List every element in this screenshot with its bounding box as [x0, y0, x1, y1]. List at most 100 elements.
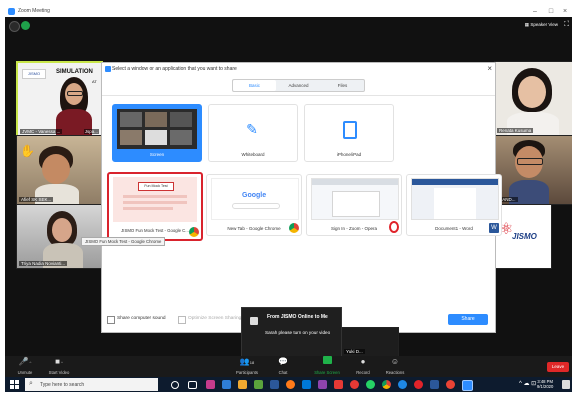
taskbar-clock[interactable]: 3:48 PM 9/1/2020	[537, 379, 553, 389]
minimize-button[interactable]: –	[528, 6, 542, 17]
card-label: JISMO Fun Mock Test - Google C...	[121, 228, 189, 233]
tab-basic[interactable]: Basic	[233, 80, 276, 91]
share-sound-checkbox[interactable]	[107, 316, 115, 324]
close-icon[interactable]: ×	[487, 64, 492, 73]
app-icon-9[interactable]	[446, 380, 455, 389]
share-tabs: Basic Advanced Files	[232, 79, 365, 92]
firefox-icon[interactable]	[286, 380, 295, 389]
jismo-logo-text: JISMO	[512, 232, 537, 241]
maximize-button[interactable]: □	[544, 6, 558, 17]
participant-tile-yuki[interactable]: Yuki D...	[341, 327, 399, 357]
tab-advanced[interactable]: Advanced	[277, 80, 320, 91]
participant-tile-nand[interactable]: NAND...	[494, 135, 572, 205]
participant-name: JVMC - Vanessa ...	[20, 129, 63, 134]
share-option-whiteboard[interactable]: ✎ Whiteboard	[208, 104, 298, 162]
taskbar-search[interactable]: ⌕ Type here to search	[25, 378, 158, 391]
participants-button[interactable]: 👥18 Participants	[231, 356, 263, 375]
chrome-icon	[289, 223, 299, 233]
windows-taskbar: ⌕ Type here to search ^ ☁ ⊡ 3:48 PM 9/1/…	[5, 377, 572, 392]
app-icon-2[interactable]	[222, 380, 231, 389]
app-icon-8[interactable]	[430, 380, 439, 389]
zoom-dialog-icon	[105, 66, 111, 72]
app-icon-5[interactable]	[302, 380, 311, 389]
share-screen-button[interactable]: Share Screen	[307, 356, 347, 375]
chat-icon: 💬	[278, 357, 288, 366]
task-view-icon[interactable]	[188, 381, 197, 389]
participant-tile-afief[interactable]: ✋ Afief SK SEK...	[16, 135, 103, 205]
chat-button[interactable]: 💬 Chat	[267, 356, 299, 375]
chat-sender: From JISMO Online to Me	[267, 314, 328, 320]
opera-icon	[389, 221, 399, 233]
app-icon-7[interactable]	[350, 380, 359, 389]
reactions-button[interactable]: ☺ Reactions	[379, 356, 411, 375]
slide-heading: SIMULATION	[56, 69, 93, 75]
window-tooltip: JISMO Fun Mock Test - Google Chrome	[81, 237, 166, 246]
unmute-button[interactable]: 🎤^ Unmute	[9, 356, 41, 375]
app-icon-1[interactable]	[206, 380, 215, 389]
dialog-title: Select a window or an application that y…	[112, 66, 237, 72]
card-label: Document1 - Word	[435, 226, 473, 231]
whiteboard-pen-icon: ✎	[246, 121, 258, 137]
chrome-icon	[189, 227, 199, 237]
record-icon: ●	[360, 357, 366, 366]
jismo-logo: JISMO	[22, 69, 46, 79]
chat-message: Sarah please turn on your video	[265, 330, 331, 335]
app-icon-6[interactable]	[318, 380, 327, 389]
share-option-jismo-chrome[interactable]: Fun Mock Test JISMO Fun Mock Test - Goog…	[107, 172, 203, 241]
shield-icon[interactable]	[21, 21, 30, 30]
notification-icon[interactable]	[562, 380, 570, 389]
opera-taskbar-icon[interactable]	[414, 380, 423, 389]
card-label: iPhone/iPad	[336, 152, 362, 157]
chat-notification[interactable]: From JISMO Online to Me Sarah please tur…	[241, 307, 342, 357]
participant-tile-jismo[interactable]: ⚛ JISMO	[494, 204, 552, 269]
app-icon-3[interactable]	[238, 380, 247, 389]
video-off-icon: ■^	[55, 357, 63, 366]
participant-name: Renata Kusuma	[497, 128, 534, 133]
whatsapp-icon[interactable]	[366, 380, 375, 389]
chrome-taskbar-icon[interactable]	[382, 380, 391, 389]
system-tray[interactable]: ^ ☁ ⊡	[519, 380, 536, 387]
share-option-opera[interactable]: Sign In - Zoom - Opera	[306, 174, 402, 236]
windows-start-icon[interactable]	[10, 380, 19, 389]
participant-name: Yuki D...	[344, 349, 365, 354]
thumb-title: Fun Mock Test	[138, 182, 174, 191]
participant-tile-renata[interactable]: Renata Kusuma	[494, 61, 572, 136]
word-icon: W	[489, 223, 499, 233]
card-label: Sign In - Zoom - Opera	[330, 226, 378, 231]
start-video-button[interactable]: ■^ Start Video	[43, 356, 75, 375]
participants-icon: 👥18	[239, 357, 255, 366]
participant-tile-vanessa[interactable]: JISMO SIMULATION AT JVMC - Vanessa ... J…	[16, 61, 103, 138]
optimize-video-checkbox[interactable]	[178, 316, 186, 324]
zoom-window: Zoom Meeting – □ × ▦ Speaker View ⛶ JISM…	[5, 6, 572, 392]
close-icon[interactable]: ×	[558, 6, 572, 17]
microphone-muted-icon: 🎤^	[18, 357, 32, 366]
info-icon[interactable]	[9, 21, 20, 32]
share-button[interactable]: Share	[448, 314, 488, 325]
record-button[interactable]: ● Record	[347, 356, 379, 375]
word-taskbar-icon[interactable]	[270, 380, 279, 389]
thumb-google-logo: Google	[242, 192, 267, 199]
app-icon-4[interactable]	[254, 380, 263, 389]
zoom-taskbar-icon[interactable]	[462, 380, 473, 391]
cortana-icon[interactable]	[171, 381, 179, 389]
card-label: Screen	[149, 152, 165, 157]
share-sound-label: Share computer sound	[117, 316, 166, 321]
share-option-screen[interactable]: Screen	[112, 104, 202, 162]
edge-icon[interactable]	[398, 380, 407, 389]
speaker-view-button[interactable]: ▦ Speaker View	[525, 22, 558, 28]
meeting-controls: 🎤^ Unmute ■^ Start Video 👥18 Participant…	[5, 356, 572, 377]
share-option-iphone-ipad[interactable]: iPhone/iPad	[304, 104, 394, 162]
window-title: Zoom Meeting	[18, 8, 50, 14]
device-icon	[343, 121, 357, 139]
leave-button[interactable]: Leave	[547, 362, 569, 372]
share-option-new-tab-chrome[interactable]: Google New Tab - Google Chrome	[206, 174, 302, 236]
tab-files[interactable]: Files	[321, 80, 364, 91]
share-option-word[interactable]: Document1 - Word W	[406, 174, 502, 236]
share-screen-icon	[307, 356, 347, 368]
card-label: Whiteboard	[241, 152, 265, 157]
participant-name: Triya Nadia Novianti...	[19, 261, 68, 266]
card-label: New Tab - Google Chrome	[227, 226, 281, 231]
fullscreen-icon[interactable]: ⛶	[564, 21, 569, 29]
slide-subtext: AT	[92, 79, 97, 84]
acrobat-icon[interactable]	[334, 380, 343, 389]
